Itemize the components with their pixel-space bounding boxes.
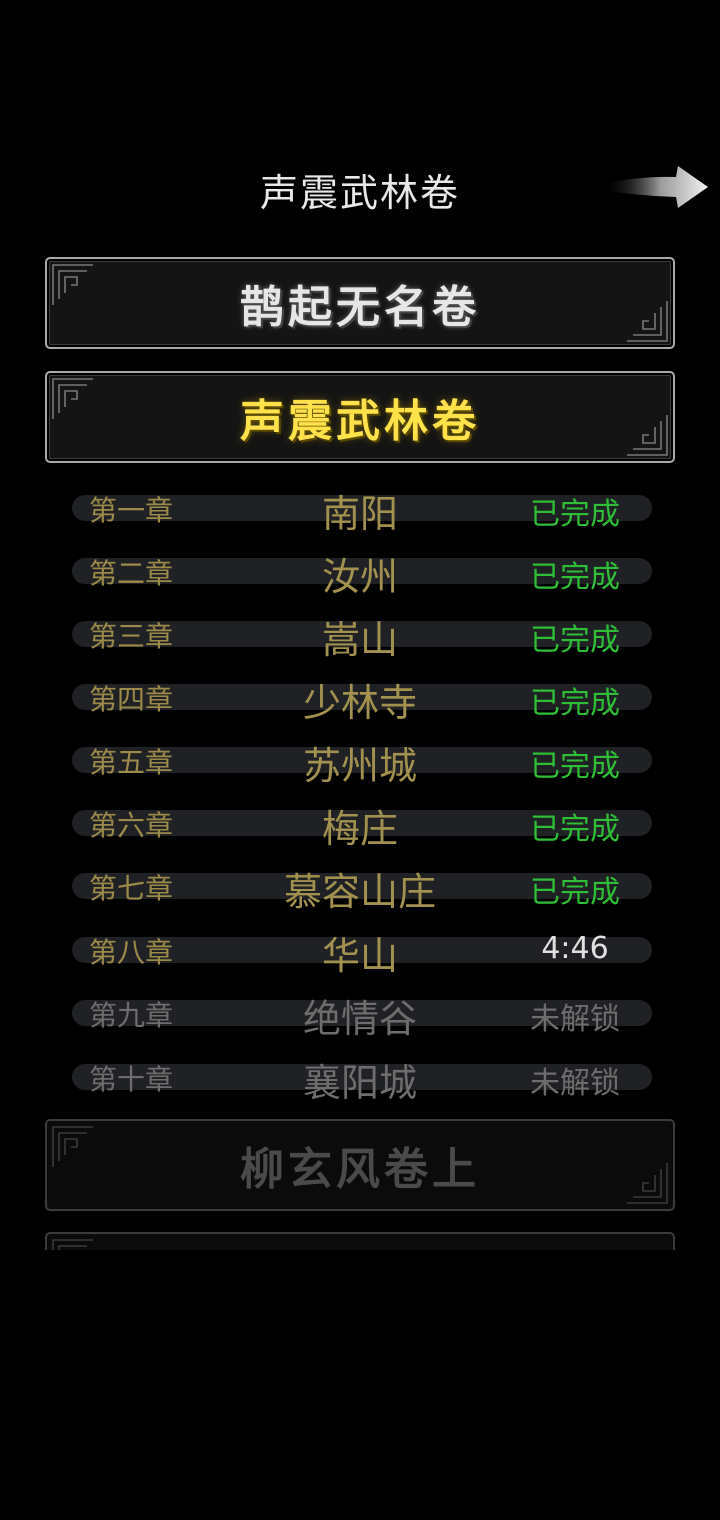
chapter-name: 襄阳城	[302, 1061, 417, 1105]
chapter-name: 华山	[321, 934, 398, 978]
chapter-timer: 4:46	[541, 931, 609, 966]
chapter-name: 苏州城	[302, 744, 417, 788]
chapter-status: 已完成	[530, 623, 620, 658]
chapter-number: 第八章	[89, 936, 174, 969]
chapter-status: 已完成	[530, 749, 620, 784]
chapter-number: 第六章	[89, 809, 174, 842]
chapter-row[interactable]: 第五章 苏州城 已完成	[72, 744, 652, 788]
chapter-status: 未解锁	[530, 1066, 620, 1101]
chapter-row-locked[interactable]: 第十章 襄阳城 未解锁	[72, 1061, 652, 1105]
chapter-number: 第一章	[89, 494, 174, 527]
chapter-name: 嵩山	[321, 618, 398, 662]
volume-tab-4-partial[interactable]	[45, 1232, 675, 1250]
volume-tab-3[interactable]: 柳玄风卷上	[45, 1119, 675, 1211]
chapter-number: 第七章	[89, 872, 174, 905]
chapter-row[interactable]: 第三章 嵩山 已完成	[72, 618, 652, 662]
arrow-right-icon[interactable]	[598, 162, 712, 212]
chapter-status: 已完成	[530, 812, 620, 847]
chapter-number: 第五章	[89, 746, 174, 779]
chapter-number: 第四章	[89, 683, 174, 716]
chapter-status: 已完成	[530, 875, 620, 910]
volume-title: 柳玄风卷上	[240, 1144, 480, 1195]
volume-title: 声震武林卷	[240, 396, 480, 447]
chapter-name: 少林寺	[302, 681, 417, 725]
chapter-name: 汝州	[321, 555, 398, 599]
chapter-number: 第三章	[89, 620, 174, 653]
chapter-row[interactable]: 第四章 少林寺 已完成	[72, 681, 652, 725]
chapter-name: 南阳	[321, 492, 398, 536]
volume-title: 鹊起无名卷	[240, 282, 480, 333]
chapter-number: 第九章	[89, 999, 174, 1032]
chapter-status: 已完成	[530, 686, 620, 721]
volume-tab-1[interactable]: 鹊起无名卷	[45, 257, 675, 349]
chapter-row-current[interactable]: 第八章 华山 4:46	[72, 931, 652, 978]
chapter-status: 未解锁	[530, 1002, 620, 1037]
chapter-name: 慕容山庄	[283, 870, 436, 914]
chapter-row[interactable]: 第二章 汝州 已完成	[72, 555, 652, 599]
chapter-name: 梅庄	[321, 807, 398, 851]
fret-corner-icon	[52, 1239, 93, 1250]
chapter-status: 已完成	[530, 497, 620, 532]
chapter-row[interactable]: 第七章 慕容山庄 已完成	[72, 870, 652, 914]
chapter-status: 已完成	[530, 560, 620, 595]
chapter-name: 绝情谷	[302, 997, 417, 1041]
chapter-number: 第十章	[89, 1063, 174, 1096]
chapter-row[interactable]: 第六章 梅庄 已完成	[72, 807, 652, 851]
volume-tab-2[interactable]: 声震武林卷	[45, 371, 675, 463]
chapter-number: 第二章	[89, 557, 174, 590]
chapter-row[interactable]: 第一章 南阳 已完成	[72, 492, 652, 536]
chapter-row-locked[interactable]: 第九章 绝情谷 未解锁	[72, 997, 652, 1041]
